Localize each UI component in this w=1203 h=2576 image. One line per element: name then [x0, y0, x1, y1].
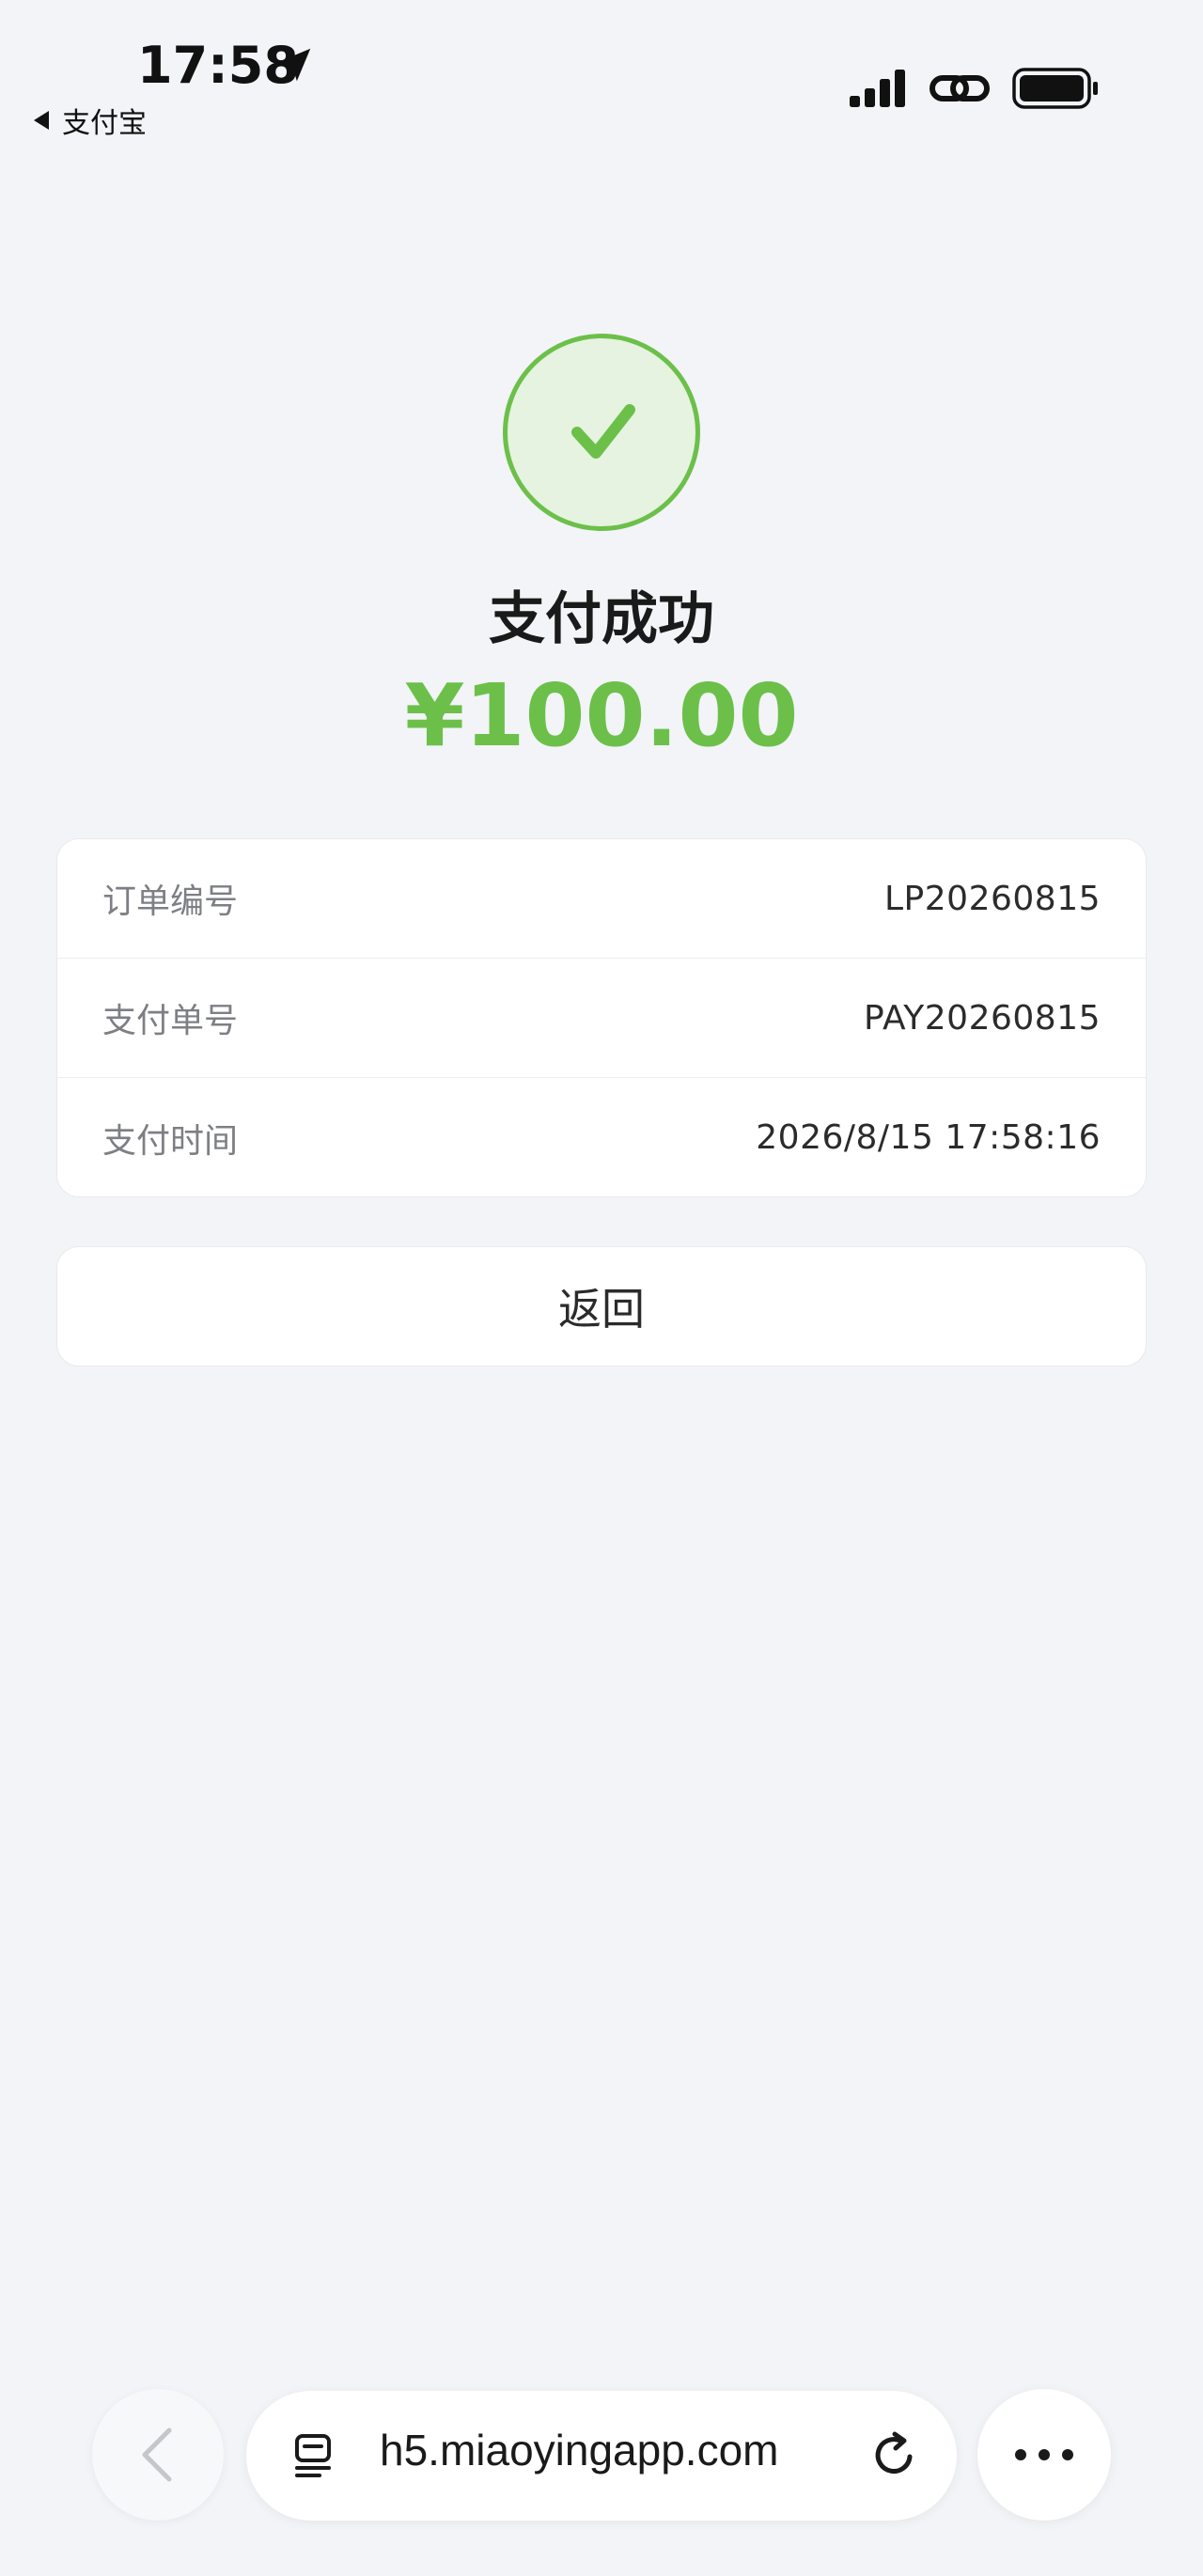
payment-amount: ¥100.00 — [404, 665, 799, 766]
payment-time-label: 支付时间 — [102, 1121, 239, 1161]
payment-result-title: 支付成功 — [489, 586, 714, 652]
payment-number-row: 支付单号 PAY20260815 — [57, 959, 1146, 1078]
payment-details-card: 订单编号 LP20260815 支付单号 PAY20260815 支付时间 20… — [56, 838, 1147, 1197]
checkmark-icon — [571, 404, 635, 459]
link-icon — [930, 75, 990, 101]
status-bar: 17:58 支付宝 — [0, 0, 1203, 150]
payment-number-label: 支付单号 — [102, 1002, 239, 1040]
tabs-icon[interactable] — [291, 2432, 338, 2479]
back-to-app-link[interactable]: 支付宝 — [34, 100, 147, 141]
location-arrow-icon — [277, 48, 311, 82]
chevron-left-icon — [142, 2428, 172, 2482]
cellular-signal-icon — [850, 70, 905, 107]
order-number-label: 订单编号 — [102, 882, 239, 921]
payment-number-value: PAY20260815 — [864, 998, 1101, 1038]
battery-icon — [1012, 68, 1098, 109]
reload-icon[interactable] — [868, 2428, 921, 2481]
more-icon — [1015, 2449, 1073, 2460]
payment-time-row: 支付时间 2026/8/15 17:58:16 — [57, 1078, 1146, 1196]
order-number-value: LP20260815 — [884, 879, 1101, 918]
back-triangle-icon — [34, 111, 49, 130]
order-number-row: 订单编号 LP20260815 — [57, 839, 1146, 959]
url-text[interactable]: h5.miaoyingapp.com — [380, 2425, 778, 2475]
address-bar[interactable]: h5.miaoyingapp.com — [246, 2391, 957, 2521]
payment-time-value: 2026/8/15 17:58:16 — [756, 1118, 1101, 1157]
success-badge — [503, 334, 700, 531]
browser-back-button[interactable] — [92, 2389, 224, 2521]
back-app-label: 支付宝 — [62, 107, 147, 140]
return-button[interactable]: 返回 — [56, 1246, 1147, 1366]
more-options-button[interactable] — [977, 2389, 1111, 2521]
